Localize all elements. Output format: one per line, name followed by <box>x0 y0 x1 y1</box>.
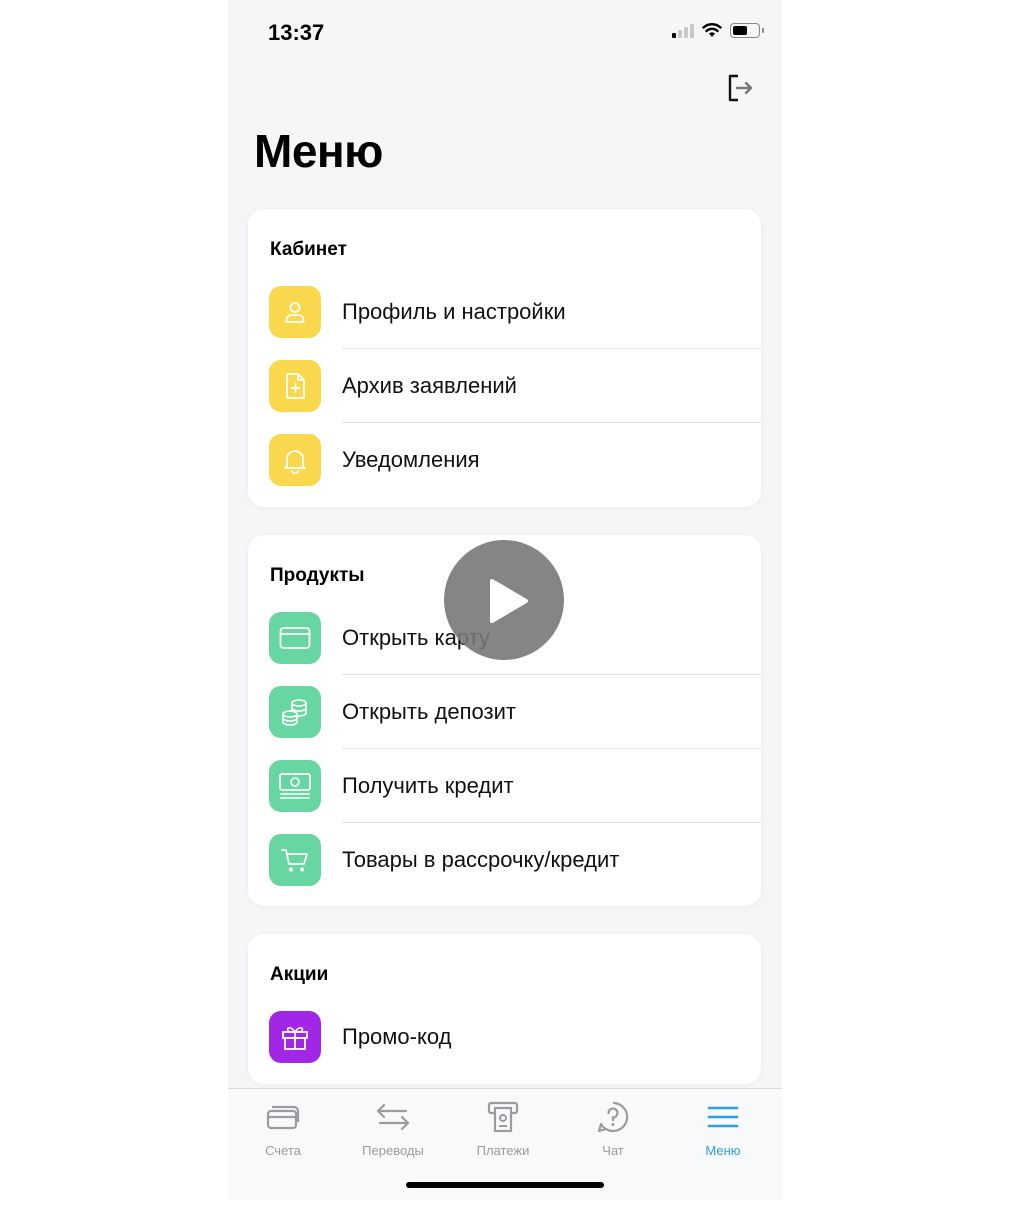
tab-menu[interactable]: Меню <box>668 1097 778 1158</box>
logout-button[interactable] <box>724 72 756 104</box>
menu-item-label: Архив заявлений <box>342 373 517 398</box>
page-title: Меню <box>254 125 383 177</box>
cellular-signal-icon <box>672 22 694 38</box>
transfer-arrows-icon <box>376 1103 410 1131</box>
section-cabinet: Кабинет Профиль и настройки Архив заявле… <box>248 209 761 507</box>
video-play-button[interactable] <box>444 540 564 660</box>
tab-payments[interactable]: Платежи <box>448 1097 558 1158</box>
menu-item-label: Открыть депозит <box>342 699 516 724</box>
logout-icon <box>728 74 753 102</box>
section-title: Акции <box>270 964 329 985</box>
chat-question-icon <box>597 1101 629 1133</box>
tab-accounts[interactable]: Счета <box>228 1097 338 1158</box>
status-time: 13:37 <box>268 20 325 45</box>
section-title: Продукты <box>270 565 365 586</box>
status-bar: 13:37 <box>228 0 782 66</box>
hamburger-menu-icon <box>707 1106 739 1128</box>
status-icons <box>672 22 764 38</box>
tab-chat[interactable]: Чат <box>558 1097 668 1158</box>
person-icon <box>269 286 321 338</box>
section-title: Кабинет <box>270 239 347 260</box>
gift-icon <box>269 1011 321 1063</box>
section-promotions: Акции Промо-код <box>248 934 761 1084</box>
coins-icon <box>269 686 321 738</box>
tab-label: Переводы <box>362 1143 424 1158</box>
tab-transfers[interactable]: Переводы <box>338 1097 448 1158</box>
menu-item-label: Профиль и настройки <box>342 299 566 324</box>
menu-item-label: Уведомления <box>342 447 480 472</box>
cash-icon <box>269 760 321 812</box>
menu-item-notifications[interactable]: Уведомления <box>248 423 761 497</box>
wifi-icon <box>702 23 722 37</box>
document-add-icon <box>269 360 321 412</box>
menu-item-label: Получить кредит <box>342 773 514 798</box>
menu-item-label: Промо-код <box>342 1024 452 1049</box>
bell-icon <box>269 434 321 486</box>
accounts-icon <box>266 1105 300 1130</box>
battery-icon <box>730 22 764 38</box>
menu-item-promo-code[interactable]: Промо-код <box>248 1000 761 1074</box>
tab-label: Чат <box>602 1143 624 1158</box>
tab-label: Платежи <box>476 1143 530 1158</box>
menu-item-label: Товары в рассрочку/кредит <box>342 847 620 872</box>
cart-icon <box>269 834 321 886</box>
menu-item-profile-settings[interactable]: Профиль и настройки <box>248 275 761 349</box>
play-icon <box>490 579 528 623</box>
menu-item-applications-archive[interactable]: Архив заявлений <box>248 349 761 423</box>
tab-label: Счета <box>265 1143 301 1158</box>
home-indicator <box>406 1182 604 1188</box>
tab-label: Меню <box>705 1143 741 1158</box>
menu-item-installment-goods[interactable]: Товары в рассрочку/кредит <box>248 823 761 897</box>
payment-terminal-icon <box>487 1101 519 1133</box>
menu-item-open-deposit[interactable]: Открыть депозит <box>248 675 761 749</box>
menu-item-get-credit[interactable]: Получить кредит <box>248 749 761 823</box>
card-icon <box>269 612 321 664</box>
